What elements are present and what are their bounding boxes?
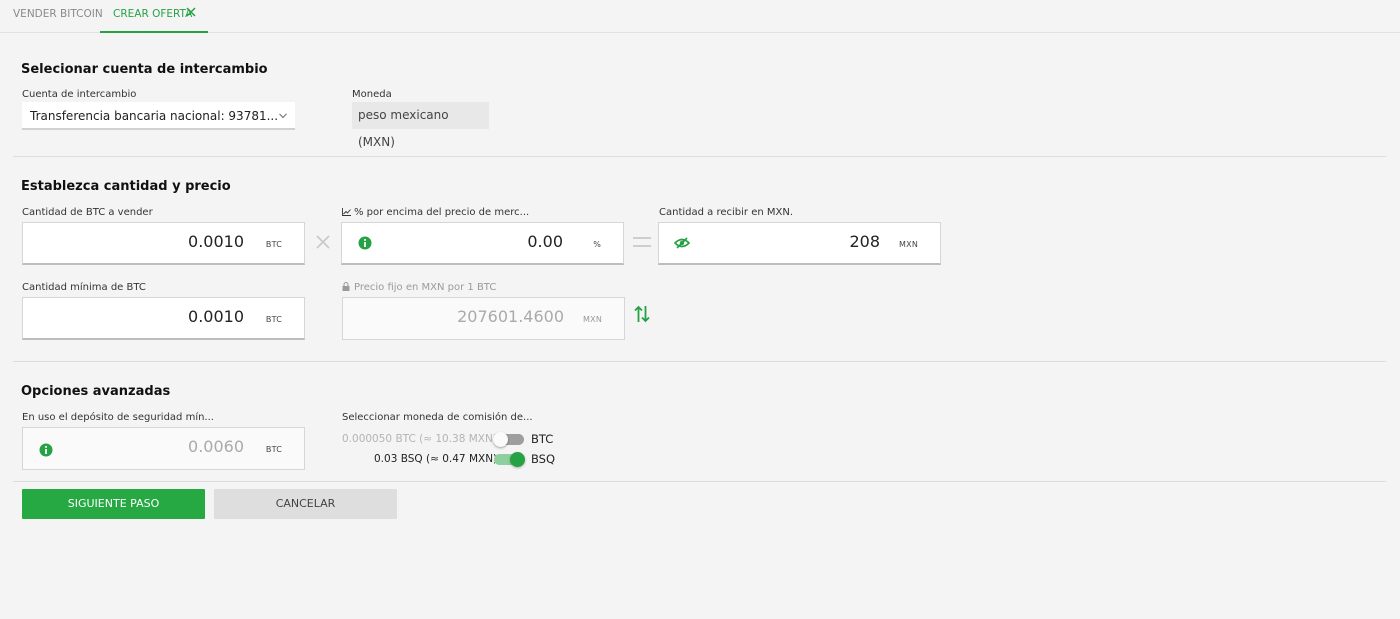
market-pct-label: % por encima del precio de merc...	[342, 207, 529, 218]
next-step-button[interactable]: SIGUIENTE PASO	[22, 489, 205, 519]
divider	[13, 156, 1386, 157]
market-pct-unit: %	[593, 240, 601, 249]
fixed-price-unit: MXN	[583, 315, 602, 324]
tab-create-offer[interactable]: CREAR OFERTA	[100, 0, 208, 33]
chevron-down-icon	[279, 113, 287, 119]
min-btc-unit: BTC	[265, 315, 282, 324]
account-label: Cuenta de intercambio	[22, 89, 137, 100]
account-select-value: Transferencia bancaria nacional: 93781..…	[30, 109, 279, 123]
btc-amount-label: Cantidad de BTC a vender	[22, 207, 153, 218]
deposit-label: En uso el depósito de seguridad mín...	[22, 412, 214, 423]
account-select[interactable]: Transferencia bancaria nacional: 93781..…	[22, 102, 295, 130]
min-btc-input[interactable]: 0.0010 BTC	[22, 297, 305, 340]
btc-amount-value: 0.0010	[188, 232, 244, 251]
market-pct-label-text: % por encima del precio de merc...	[354, 207, 530, 218]
chart-icon	[342, 208, 351, 216]
market-pct-input[interactable]: 0.00 %	[341, 222, 624, 265]
section-title-amount: Establezca cantidad y precio	[21, 179, 231, 194]
fixed-price-value: 207601.4600	[457, 307, 564, 326]
deposit-value: 0.0060	[188, 437, 244, 456]
cancel-button[interactable]: CANCELAR	[214, 489, 397, 519]
lock-icon	[342, 282, 350, 291]
fixed-price-label: Precio fijo en MXN por 1 BTC	[342, 282, 496, 293]
receive-input[interactable]: 208 MXN	[658, 222, 941, 265]
fee-option-btc-amount: 0.000050 BTC (≈ 10.38 MXN)	[342, 433, 497, 445]
deposit-input: 0.0060 BTC	[22, 427, 305, 470]
currency-field: peso mexicano (MXN)	[352, 102, 489, 149]
info-icon[interactable]	[358, 236, 372, 250]
fee-option-bsq-label: BSQ	[531, 452, 556, 466]
fee-toggle-btc[interactable]	[493, 432, 524, 447]
receive-value: 208	[849, 232, 880, 251]
fixed-price-input: 207601.4600 MXN	[342, 297, 625, 340]
fee-toggle-bsq[interactable]	[494, 452, 525, 467]
swap-arrows-icon[interactable]	[634, 305, 650, 323]
close-icon[interactable]	[186, 7, 196, 17]
divider	[13, 481, 1386, 482]
fixed-price-label-text: Precio fijo en MXN por 1 BTC	[354, 282, 497, 293]
receive-label: Cantidad a recibir en MXN.	[659, 207, 793, 218]
receive-unit: MXN	[899, 240, 918, 249]
min-btc-label: Cantidad mínima de BTC	[22, 282, 146, 293]
fee-option-bsq-amount: 0.03 BSQ (≈ 0.47 MXN)	[374, 453, 498, 465]
tab-sell-bitcoin[interactable]: VENDER BITCOIN	[0, 0, 116, 33]
equals-icon	[633, 237, 651, 247]
currency-label: Moneda	[352, 89, 392, 100]
eye-slash-icon[interactable]	[674, 236, 690, 250]
tab-bar: VENDER BITCOIN CREAR OFERTA	[0, 0, 1400, 33]
toggle-knob	[493, 432, 508, 447]
market-pct-value: 0.00	[527, 232, 563, 251]
fee-label: Seleccionar moneda de comisión de...	[342, 412, 533, 423]
divider	[13, 361, 1386, 362]
multiply-icon	[316, 235, 330, 249]
tab-create-offer-label: CREAR OFERTA	[113, 8, 193, 20]
deposit-unit: BTC	[265, 445, 282, 454]
toggle-knob	[510, 452, 525, 467]
section-title-advanced: Opciones avanzadas	[21, 384, 171, 399]
fee-option-btc-label: BTC	[531, 432, 554, 446]
info-icon[interactable]	[39, 443, 53, 457]
btc-amount-unit: BTC	[265, 240, 282, 249]
btc-amount-input[interactable]: 0.0010 BTC	[22, 222, 305, 265]
section-title-account: Selecionar cuenta de intercambio	[21, 62, 268, 77]
min-btc-value: 0.0010	[188, 307, 244, 326]
